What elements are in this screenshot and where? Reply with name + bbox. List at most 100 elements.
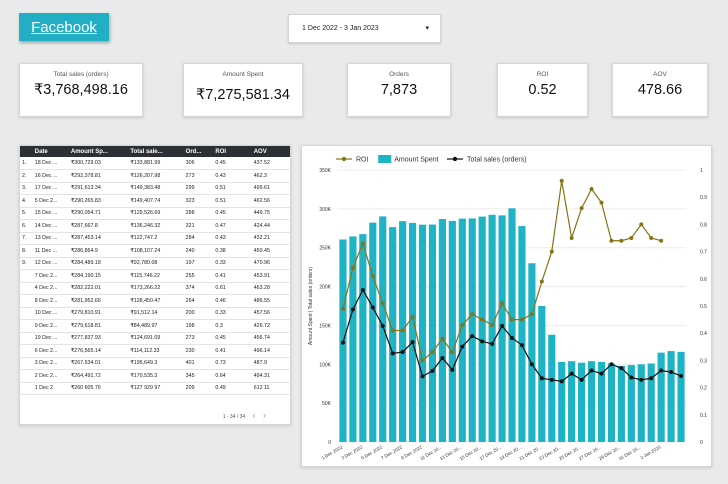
table-cell: ₹290,265.83 xyxy=(68,194,129,208)
table-cell: 14 Dec ... xyxy=(32,219,69,233)
amount-spent-bar xyxy=(558,361,566,442)
table-row[interactable]: 7 Dec 2... ₹284,190.15 ₹115,746.22 255 0.41 4… xyxy=(20,269,290,283)
x-tick-label: 2 Jan 2023 xyxy=(639,444,662,460)
table-cell: 288 xyxy=(183,207,214,220)
facebook-button[interactable]: Facebook xyxy=(19,13,109,41)
left-tick-label: 50K xyxy=(322,401,332,407)
column-header[interactable]: Ord... xyxy=(183,146,214,157)
prev-page-icon[interactable]: ‹ xyxy=(253,410,256,420)
table-cell: ₹281,952.66 xyxy=(68,294,129,308)
total-sales-point xyxy=(589,368,594,373)
table-row[interactable]: 8 Dec 2... ₹281,952.66 ₹128,450.47 264 0.46 4… xyxy=(20,294,290,308)
data-table-card: Date Amount Sp... Total sale... Ord... R… xyxy=(19,145,291,425)
table-cell: 8. xyxy=(20,244,33,258)
table-row[interactable]: 1. 18 Dec ... ₹300,729.03 ₹133,881.99 306 0.4… xyxy=(20,157,290,170)
column-header[interactable]: AOV xyxy=(251,146,290,157)
table-cell: ₹91,512.14 xyxy=(128,307,184,320)
total-sales-point xyxy=(619,366,624,371)
table-cell: 470.96 xyxy=(251,257,290,270)
amount-spent-bar xyxy=(379,216,387,442)
roi-point xyxy=(380,301,385,306)
table-cell: ₹133,881.99 xyxy=(128,157,184,170)
total-sales-point xyxy=(629,375,634,380)
table-row[interactable]: 1 Dec 2 ₹260 605 76 ₹127 929 97 209 0.49 612 … xyxy=(20,382,290,395)
table-cell: 0.45 xyxy=(213,157,252,170)
table-row[interactable]: 6. 14 Dec ... ₹287,667.8 ₹136,246.32 321 0.47… xyxy=(20,219,290,233)
total-sales-point xyxy=(669,370,674,375)
table-cell: 0.51 xyxy=(213,194,252,208)
table-cell: ₹149,407.74 xyxy=(128,194,184,208)
table-row[interactable]: 7. 13 Dec ... ₹287,453.14 ₹122,747.2 284 0.43… xyxy=(20,232,290,245)
table-cell: ₹276,565.14 xyxy=(68,344,129,358)
table-row[interactable]: 5. 15 Dec ... ₹290,054.71 ₹129,526.69 288 0.4… xyxy=(20,207,290,220)
table-cell: 0.33 xyxy=(213,307,252,320)
legend-marker-icon xyxy=(452,156,458,162)
total-sales-point xyxy=(390,351,395,356)
table-cell: 0.38 xyxy=(213,244,252,258)
date-range-picker[interactable]: 1 Dec 2022 - 3 Jan 2023 ▾ xyxy=(288,14,441,43)
table-cell: 273 xyxy=(183,169,214,183)
table-row[interactable]: 10 Dec ... ₹279,810.91 ₹91,512.14 200 0.33 45… xyxy=(20,307,290,320)
table-row[interactable]: 9 Dec 2... ₹279,618.81 ₹84,489.97 198 0.3 426… xyxy=(20,319,290,333)
amount-spent-bar xyxy=(478,216,486,442)
total-sales-point xyxy=(420,374,425,379)
table-row[interactable]: 4. 5 Dec 2... ₹290,265.83 ₹149,407.74 323 0.5… xyxy=(20,194,290,208)
table-cell: 0.51 xyxy=(213,182,252,195)
table-row[interactable]: 19 Dec ... ₹277,837.93 ₹124,691.09 273 0.45 4… xyxy=(20,332,290,345)
total-sales-point xyxy=(679,373,684,378)
total-sales-point xyxy=(430,368,435,373)
table-cell: 0.41 xyxy=(213,269,252,283)
table-cell: 200 xyxy=(183,307,214,320)
table-row[interactable]: 8. 11 Dec ... ₹286,864.9 ₹108,107.24 240 0.38… xyxy=(20,244,290,258)
kpi-value: 478.66 xyxy=(637,82,683,98)
legend-marker-icon xyxy=(341,156,347,162)
table-cell: 240 xyxy=(183,244,214,258)
total-sales-point xyxy=(519,343,524,348)
roi-point xyxy=(649,236,654,240)
total-sales-point xyxy=(639,377,644,382)
amount-spent-bar xyxy=(438,219,446,442)
table-cell: 0.46 xyxy=(213,294,252,308)
roi-point xyxy=(639,222,644,227)
left-tick-label: 200K xyxy=(319,285,331,291)
amount-spent-bar xyxy=(548,334,556,442)
total-sales-point xyxy=(400,350,405,355)
table-cell: 453.91 xyxy=(251,269,290,283)
table-cell: ₹122,747.2 xyxy=(128,232,184,245)
table-cell: ₹128,450.47 xyxy=(128,294,184,308)
legend-label: ROI xyxy=(356,157,369,164)
total-sales-point xyxy=(410,340,415,345)
column-header[interactable]: Total sale... xyxy=(128,146,184,157)
table-cell: ₹84,489.97 xyxy=(128,319,184,333)
table-row[interactable]: 9. 12 Dec ... ₹284,489.18 ₹92,780.08 197 0.33… xyxy=(20,257,290,270)
table-cell: 299 xyxy=(183,182,214,195)
table-row[interactable]: 3 Dec 2... ₹267,534.01 ₹195,649.3 401 0.73 48… xyxy=(20,357,290,370)
kpi-value: ₹7,275,581.34 xyxy=(196,87,290,103)
roi-point xyxy=(420,358,425,363)
column-header[interactable] xyxy=(20,146,33,157)
right-tick-label: 1 xyxy=(700,168,703,174)
table-row[interactable]: 6 Dec 2... ₹276,565.14 ₹114,112.33 230 0.41 4… xyxy=(20,344,290,358)
table-row[interactable]: 4 Dec 2... ₹282,222.01 ₹173,266.22 374 0.61 4… xyxy=(20,282,290,295)
roi-point xyxy=(579,206,584,211)
table-row[interactable]: 2 Dec 2... ₹264,491.72 ₹170,535.3 345 0.64 49… xyxy=(20,369,290,383)
table-row[interactable]: 2. 16 Dec ... ₹292,378.81 ₹126,207.98 273 0.4… xyxy=(20,169,290,183)
kpi-total-sales: Total sales (orders) ₹3,768,498.16 xyxy=(19,63,143,117)
column-header[interactable]: ROI xyxy=(213,146,252,157)
table-cell: ₹129,526.69 xyxy=(128,207,184,220)
table-cell: 7 Dec 2... xyxy=(32,269,69,283)
table-cell xyxy=(20,369,33,383)
column-header[interactable]: Amount Sp... xyxy=(68,146,129,157)
amount-spent-bar xyxy=(359,234,367,442)
roi-point xyxy=(589,187,594,192)
total-sales-point xyxy=(569,371,574,376)
table-row[interactable]: 3. 17 Dec ... ₹291,613.34 ₹149,383.48 299 0.5… xyxy=(20,182,290,195)
amount-spent-bar xyxy=(408,222,417,442)
pager-label: 1 - 34 / 34 xyxy=(222,414,246,420)
table-cell: ₹108,107.24 xyxy=(128,244,184,258)
next-page-icon[interactable]: › xyxy=(263,410,266,420)
x-tick-label: 31 Dec 20... xyxy=(618,445,642,462)
amount-spent-bar xyxy=(617,365,625,442)
table-cell: ₹287,453.14 xyxy=(68,232,129,245)
column-header[interactable]: Date xyxy=(32,146,69,157)
